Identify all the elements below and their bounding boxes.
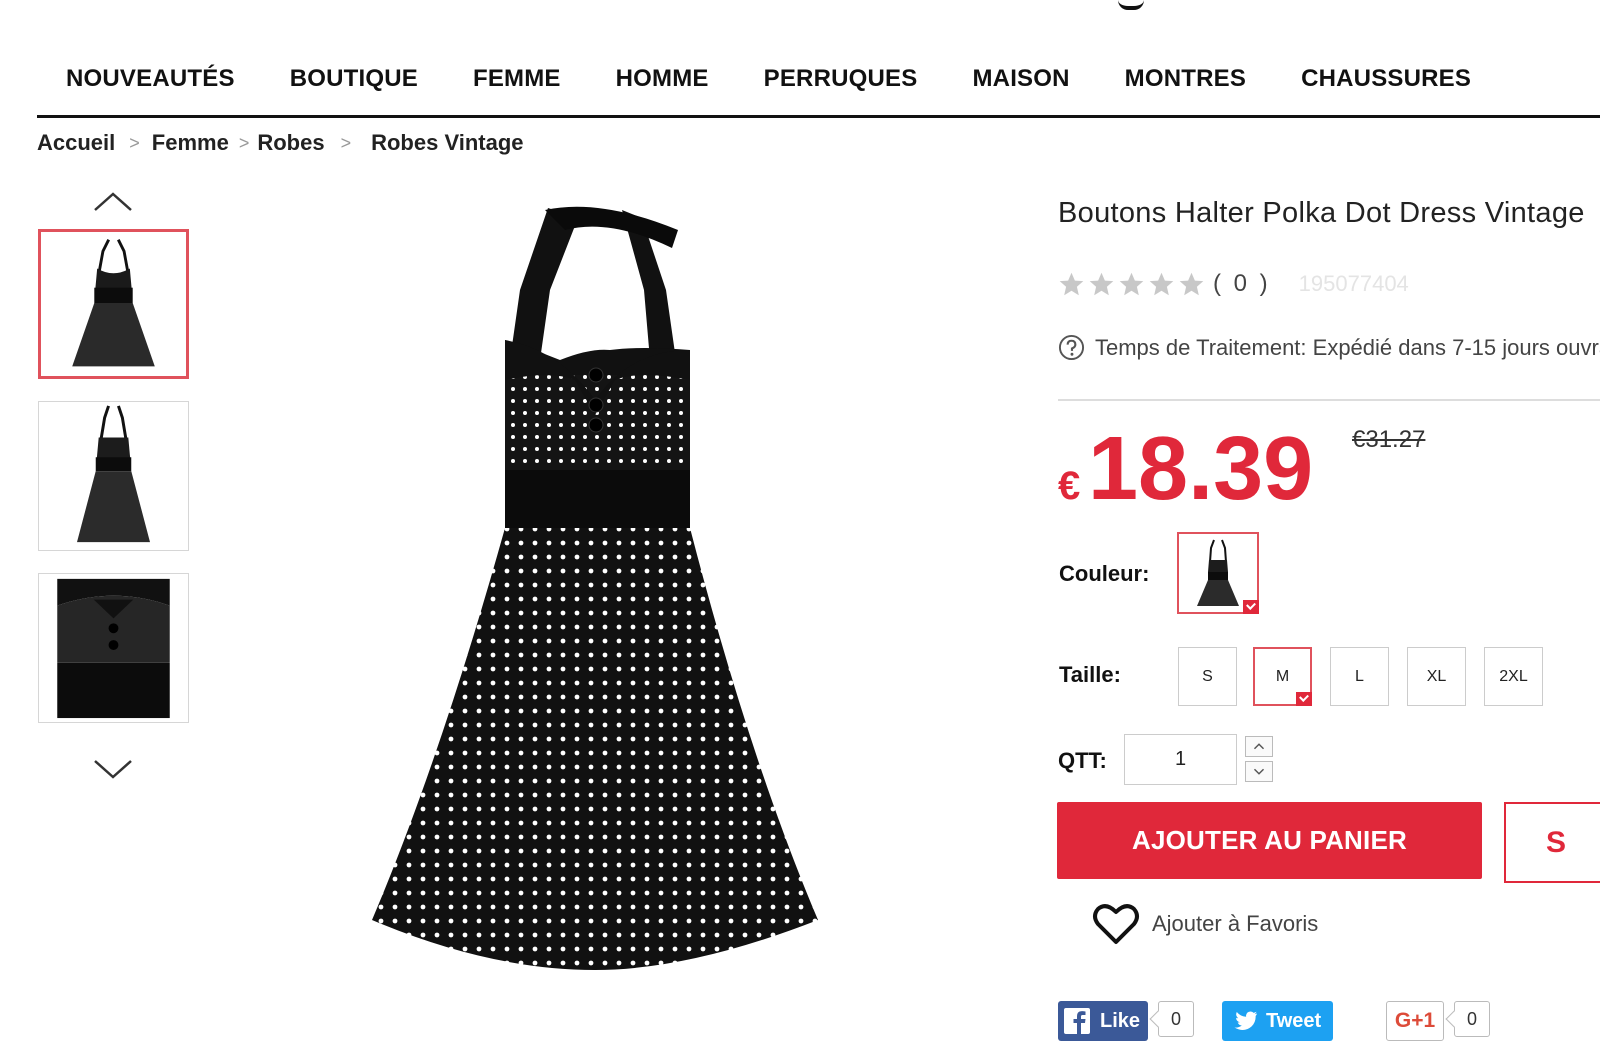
breadcrumb-separator: > [238, 132, 250, 153]
google-plus-count: 0 [1454, 1001, 1490, 1037]
logo-fragment [1118, 0, 1144, 10]
chevron-up-icon[interactable] [92, 190, 134, 214]
twitter-icon [1234, 1011, 1257, 1031]
size-option-2xl[interactable]: 2XL [1484, 647, 1543, 706]
breadcrumb-separator: > [129, 132, 140, 153]
add-to-favorites[interactable]: Ajouter à Favoris [1092, 902, 1318, 946]
size-option-s[interactable]: S [1178, 647, 1237, 706]
facebook-like-button[interactable]: Like [1058, 1001, 1148, 1041]
tweet-button[interactable]: Tweet [1222, 1001, 1333, 1041]
quantity-label: QTT: [1058, 748, 1107, 773]
size-option-l[interactable]: L [1330, 647, 1389, 706]
size-option-m[interactable]: M [1253, 647, 1312, 706]
nav-item-chaussures[interactable]: CHAUSSURES [1301, 62, 1471, 93]
star-icon [1059, 272, 1084, 295]
product-title: Boutons Halter Polka Dot Dress Vintage [1058, 197, 1585, 229]
nav-item-perruques[interactable]: PERRUQUES [764, 62, 918, 93]
check-icon [1296, 692, 1312, 706]
current-price: 18.39 [1088, 419, 1314, 519]
size-label: Taille: [1059, 662, 1121, 687]
check-icon [1243, 600, 1259, 614]
size-option-xl[interactable]: XL [1407, 647, 1466, 706]
shipping-text: Temps de Traitement: Expédié dans 7-15 j… [1095, 334, 1600, 360]
star-icon [1119, 272, 1144, 295]
quantity-decrement-button[interactable] [1245, 761, 1273, 782]
facebook-like-label: Like [1100, 1009, 1141, 1032]
question-circle-icon[interactable] [1058, 334, 1085, 361]
color-label: Couleur: [1059, 561, 1150, 586]
heart-icon [1093, 904, 1139, 944]
size-option-m-label: M [1275, 667, 1290, 685]
facebook-share: Like 0 [1058, 1001, 1194, 1041]
quantity-increment-button[interactable] [1245, 736, 1273, 757]
thumbnail-back[interactable] [38, 401, 189, 551]
original-price: €31.27 [1352, 426, 1426, 453]
price-currency: € [1058, 464, 1081, 508]
breadcrumb-accueil[interactable]: Accueil [37, 130, 115, 156]
main-product-image [360, 200, 830, 975]
breadcrumb-robes-vintage[interactable]: Robes Vintage [371, 130, 523, 156]
star-icon [1089, 272, 1114, 295]
breadcrumb-femme[interactable]: Femme [152, 130, 229, 156]
nav-item-nouveautes[interactable]: NOUVEAUTÉS [66, 62, 235, 93]
main-navigation: NOUVEAUTÉS BOUTIQUE FEMME HOMME PERRUQUE… [37, 62, 1600, 118]
breadcrumb-separator: > [340, 132, 352, 153]
nav-item-maison[interactable]: MAISON [972, 62, 1069, 93]
breadcrumb-robes[interactable]: Robes [257, 130, 324, 156]
facebook-like-count: 0 [1158, 1001, 1194, 1037]
add-to-favorites-label: Ajouter à Favoris [1152, 911, 1319, 936]
nav-item-montres[interactable]: MONTRES [1125, 62, 1246, 93]
quantity-input[interactable] [1124, 734, 1237, 785]
nav-item-homme[interactable]: HOMME [616, 62, 709, 93]
star-icon [1179, 272, 1204, 295]
facebook-icon [1064, 1008, 1090, 1034]
google-plus-button[interactable]: G+1 [1386, 1001, 1444, 1041]
nav-item-boutique[interactable]: BOUTIQUE [290, 62, 418, 93]
tweet-label: Tweet [1266, 1009, 1322, 1032]
shipping-info: Temps de Traitement: Expédié dans 7-15 j… [1058, 334, 1600, 361]
twitter-share: Tweet [1222, 1001, 1333, 1041]
star-icon [1149, 272, 1174, 295]
product-sku: 195077404 [1298, 271, 1409, 296]
add-to-cart-button[interactable]: AJOUTER AU PANIER [1057, 802, 1482, 879]
buy-now-button[interactable]: S [1504, 802, 1600, 883]
rating-stars [1058, 271, 1205, 298]
nav-item-femme[interactable]: FEMME [473, 62, 561, 93]
divider [1058, 399, 1600, 401]
thumbnail-detail[interactable] [38, 573, 189, 723]
thumbnail-front[interactable] [38, 229, 189, 379]
breadcrumb: Accueil > Femme > Robes > Robes Vintage [37, 130, 524, 156]
chevron-down-icon[interactable] [92, 757, 134, 781]
rating-count[interactable]: ( 0 ) [1213, 270, 1271, 298]
product-rating: ( 0 ) 195077404 [1058, 270, 1409, 298]
google-plus-icon: G+1 [1394, 1009, 1436, 1032]
color-swatch-black[interactable] [1177, 532, 1259, 614]
google-plus-share: G+1 0 [1386, 1001, 1490, 1041]
